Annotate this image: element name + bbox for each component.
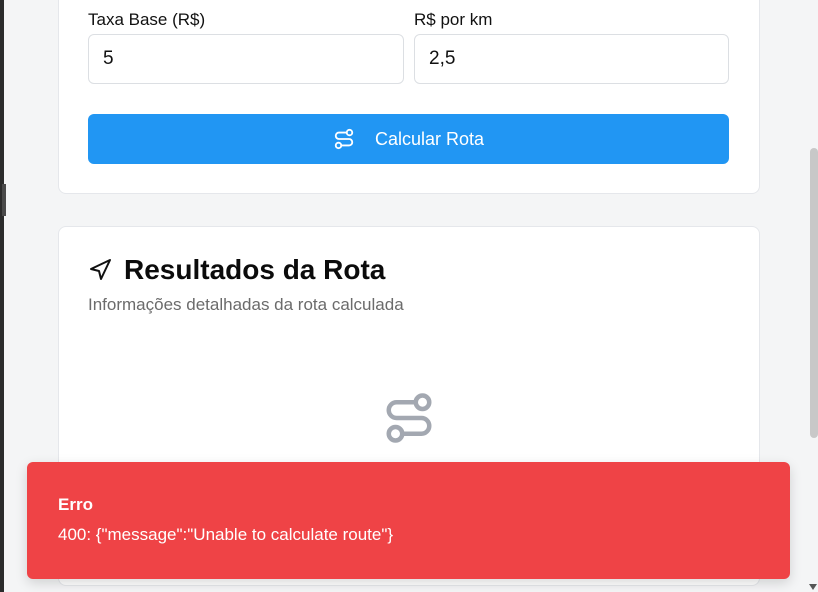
- window-left-edge: [0, 0, 8, 592]
- base-fee-label: Taxa Base (R$): [88, 10, 206, 29]
- left-edge-resize-handle[interactable]: [2, 184, 6, 216]
- results-title-text: Resultados da Rota: [124, 254, 386, 285]
- base-fee-input[interactable]: 5: [88, 34, 404, 84]
- per-km-label: R$ por km: [414, 10, 493, 29]
- scroll-down-icon[interactable]: [809, 584, 817, 590]
- scrollbar[interactable]: [808, 0, 818, 592]
- per-km-input[interactable]: 2,5: [414, 34, 729, 84]
- left-edge-stripe: [0, 0, 4, 592]
- route-placeholder-icon: [386, 393, 432, 443]
- route-icon: [334, 128, 354, 150]
- scrollbar-thumb[interactable]: [810, 148, 818, 438]
- navigation-icon: [90, 259, 111, 280]
- error-toast-title: Erro: [58, 495, 93, 514]
- results-title: Resultados da Rota: [88, 254, 385, 286]
- error-toast-message: 400: {"message":"Unable to calculate rou…: [58, 525, 394, 544]
- calculate-route-button[interactable]: Calcular Rota: [88, 114, 729, 164]
- error-toast[interactable]: Erro 400: {"message":"Unable to calculat…: [27, 462, 790, 579]
- results-subtitle: Informações detalhadas da rota calculada: [88, 295, 404, 314]
- calculate-route-label: Calcular Rota: [374, 128, 485, 149]
